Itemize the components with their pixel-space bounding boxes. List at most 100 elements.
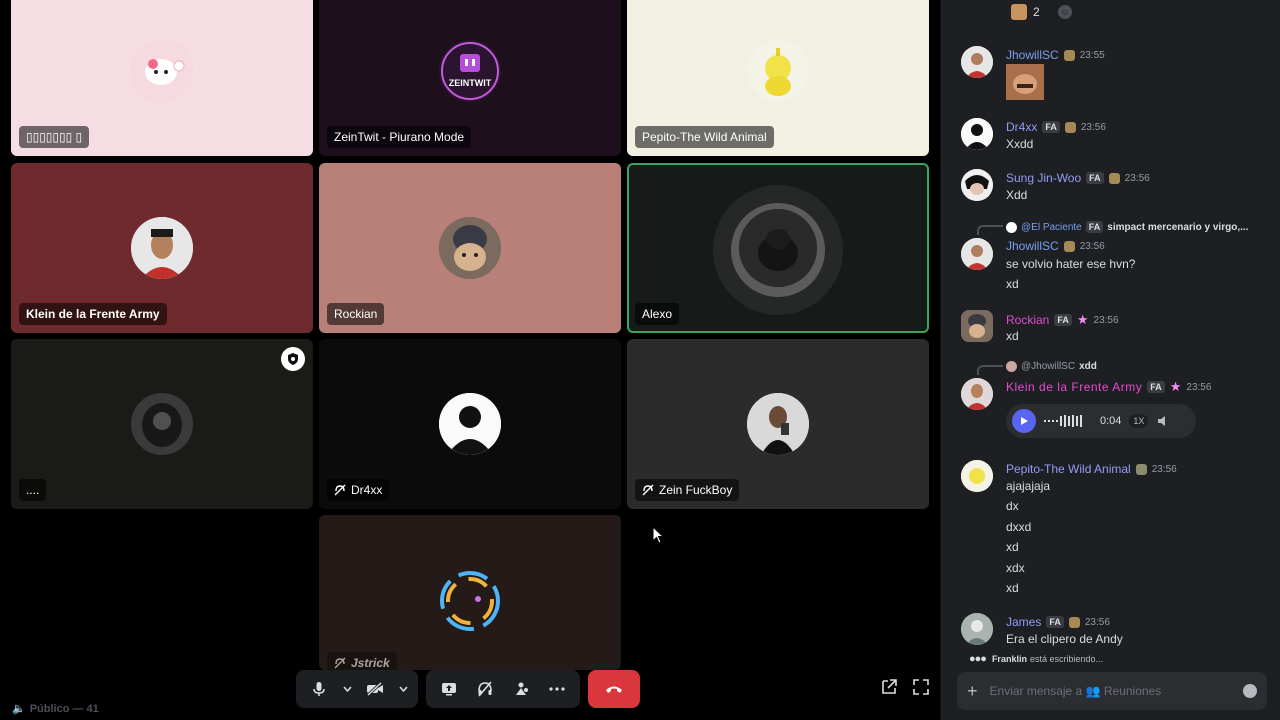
microphone-button[interactable] xyxy=(304,674,334,704)
username[interactable]: James xyxy=(1006,615,1041,629)
reaction-emoji-icon[interactable] xyxy=(1011,4,1027,20)
message-header: JhowillSC 23:56 xyxy=(1006,239,1105,253)
timestamp: 23:56 xyxy=(1079,240,1105,252)
username[interactable]: Klein de la Frente Army xyxy=(1006,380,1142,394)
message-text: xdx xyxy=(1006,561,1025,575)
reply-text: xdd xyxy=(1079,361,1097,372)
username[interactable]: Sung Jin-Woo xyxy=(1006,171,1081,185)
video-tile[interactable]: ▯▯▯▯▯▯▯ ▯ xyxy=(11,0,313,156)
typing-indicator: ●●● Franklin está escribiendo... xyxy=(969,653,1103,665)
chat-panel: 2 ☺ JhowillSC 23:55 Dr4xx FA 23:56 Xxdd … xyxy=(940,0,1280,720)
guild-badge-icon xyxy=(1108,172,1120,184)
participant-name: ZeinTwit - Piurano Mode xyxy=(327,126,472,148)
video-tile[interactable]: .... xyxy=(11,339,313,509)
fullscreen-button[interactable] xyxy=(912,678,930,701)
user-avatar[interactable] xyxy=(961,613,993,645)
activities-button[interactable] xyxy=(506,674,536,704)
add-reaction-icon[interactable]: ☺ xyxy=(1057,5,1072,19)
participant-avatar xyxy=(739,209,817,287)
fullscreen-icon xyxy=(913,679,929,695)
screen-share-button[interactable] xyxy=(434,674,464,704)
message-text: ajajajaja xyxy=(1006,479,1051,493)
video-tile[interactable]: Alexo xyxy=(627,163,929,333)
attach-plus-icon[interactable]: + xyxy=(967,681,978,702)
shield-icon[interactable] xyxy=(281,347,305,371)
user-avatar[interactable] xyxy=(961,118,993,150)
play-icon xyxy=(1021,417,1028,425)
video-tile[interactable]: Zein FuckBoy xyxy=(627,339,929,509)
user-avatar[interactable] xyxy=(961,169,993,201)
video-tile[interactable]: ZEINTWIT ZeinTwit - Piurano Mode xyxy=(319,0,621,156)
participant-avatar xyxy=(131,393,193,455)
volume-icon[interactable] xyxy=(1156,414,1170,428)
popout-icon xyxy=(882,679,897,694)
username[interactable]: Pepito-The Wild Animal xyxy=(1006,462,1131,476)
user-avatar[interactable] xyxy=(961,378,993,410)
server-tag: FA xyxy=(1086,172,1104,184)
play-button[interactable] xyxy=(1012,409,1036,433)
message-text: xd xyxy=(1006,581,1019,595)
participant-avatar xyxy=(131,40,193,102)
mic-options-chevron-icon[interactable] xyxy=(340,674,354,704)
reply-preview[interactable]: @JhowillSC xdd xyxy=(1006,361,1097,372)
server-tag: FA xyxy=(1042,121,1060,133)
reply-username: @El Paciente xyxy=(1021,221,1082,233)
audio-video-group xyxy=(296,670,418,708)
attached-image[interactable] xyxy=(1006,64,1044,100)
participant-avatar xyxy=(439,393,501,455)
more-options-button[interactable] xyxy=(542,674,572,704)
voice-message-player: 0:04 1X xyxy=(1006,404,1196,438)
username[interactable]: JhowillSC xyxy=(1006,239,1059,253)
app-window: ▯▯▯▯▯▯▯ ▯ ZEINTWIT ZeinTwit - Piurano Mo… xyxy=(0,0,1280,720)
video-tile[interactable]: Dr4xx xyxy=(319,339,621,509)
booster-star-icon: ★ xyxy=(1076,312,1089,327)
avatar-caption: ZEINTWIT xyxy=(448,78,492,88)
hang-up-icon xyxy=(606,686,622,693)
typing-text: está escribiendo... xyxy=(1029,654,1103,664)
ellipsis-icon xyxy=(549,687,565,691)
view-controls xyxy=(880,678,930,701)
user-avatar[interactable] xyxy=(961,46,993,78)
participant-name: .... xyxy=(19,479,47,501)
participant-avatar: ZEINTWIT xyxy=(439,40,501,102)
participant-name: Dr4xx xyxy=(327,479,390,501)
message-text: Era el clipero de Andy xyxy=(1006,632,1123,646)
video-tile[interactable]: Jstrick xyxy=(319,515,621,670)
username[interactable]: JhowillSC xyxy=(1006,48,1059,62)
guild-badge-icon xyxy=(1068,616,1080,628)
message-composer: + xyxy=(957,672,1267,710)
participant-name: Rockian xyxy=(327,303,385,325)
username[interactable]: Rockian xyxy=(1006,313,1049,327)
video-tile[interactable]: Rockian xyxy=(319,163,621,333)
reply-preview[interactable]: @El Paciente FA simpact mercenario y vir… xyxy=(1006,221,1248,233)
emoji-icon[interactable] xyxy=(1243,684,1257,698)
participant-name: Pepito-The Wild Animal xyxy=(635,126,774,148)
voice-channel-status: 🔈 Público — 41 xyxy=(12,702,99,716)
popout-button[interactable] xyxy=(880,678,898,701)
headphones-off-icon xyxy=(478,681,492,697)
user-avatar[interactable] xyxy=(961,310,993,342)
participant-name: Alexo xyxy=(635,303,680,325)
user-avatar[interactable] xyxy=(961,460,993,492)
message-header: Rockian FA ★ 23:56 xyxy=(1006,312,1119,328)
channel-name: Público — 41 xyxy=(29,702,99,715)
disconnect-button[interactable] xyxy=(588,670,640,708)
username[interactable]: Dr4xx xyxy=(1006,120,1037,134)
playback-speed-button[interactable]: 1X xyxy=(1129,414,1149,428)
deafened-icon xyxy=(334,484,346,496)
camera-off-button[interactable] xyxy=(360,674,390,704)
guild-badge-icon xyxy=(1064,121,1076,133)
typing-user: Franklin xyxy=(991,654,1027,664)
user-avatar[interactable] xyxy=(961,238,993,270)
video-tile[interactable]: Klein de la Frente Army xyxy=(11,163,313,333)
message-text: dx xyxy=(1006,499,1019,513)
timestamp: 23:55 xyxy=(1079,49,1105,61)
camera-options-chevron-icon[interactable] xyxy=(396,674,410,704)
video-tile[interactable]: Pepito-The Wild Animal xyxy=(627,0,929,156)
microphone-icon xyxy=(313,682,325,696)
deafen-button[interactable] xyxy=(470,674,500,704)
participant-avatar xyxy=(432,563,508,639)
message-input[interactable] xyxy=(989,684,1231,698)
message-header: Pepito-The Wild Animal 23:56 xyxy=(1006,462,1177,476)
waveform-icon[interactable] xyxy=(1044,413,1092,429)
